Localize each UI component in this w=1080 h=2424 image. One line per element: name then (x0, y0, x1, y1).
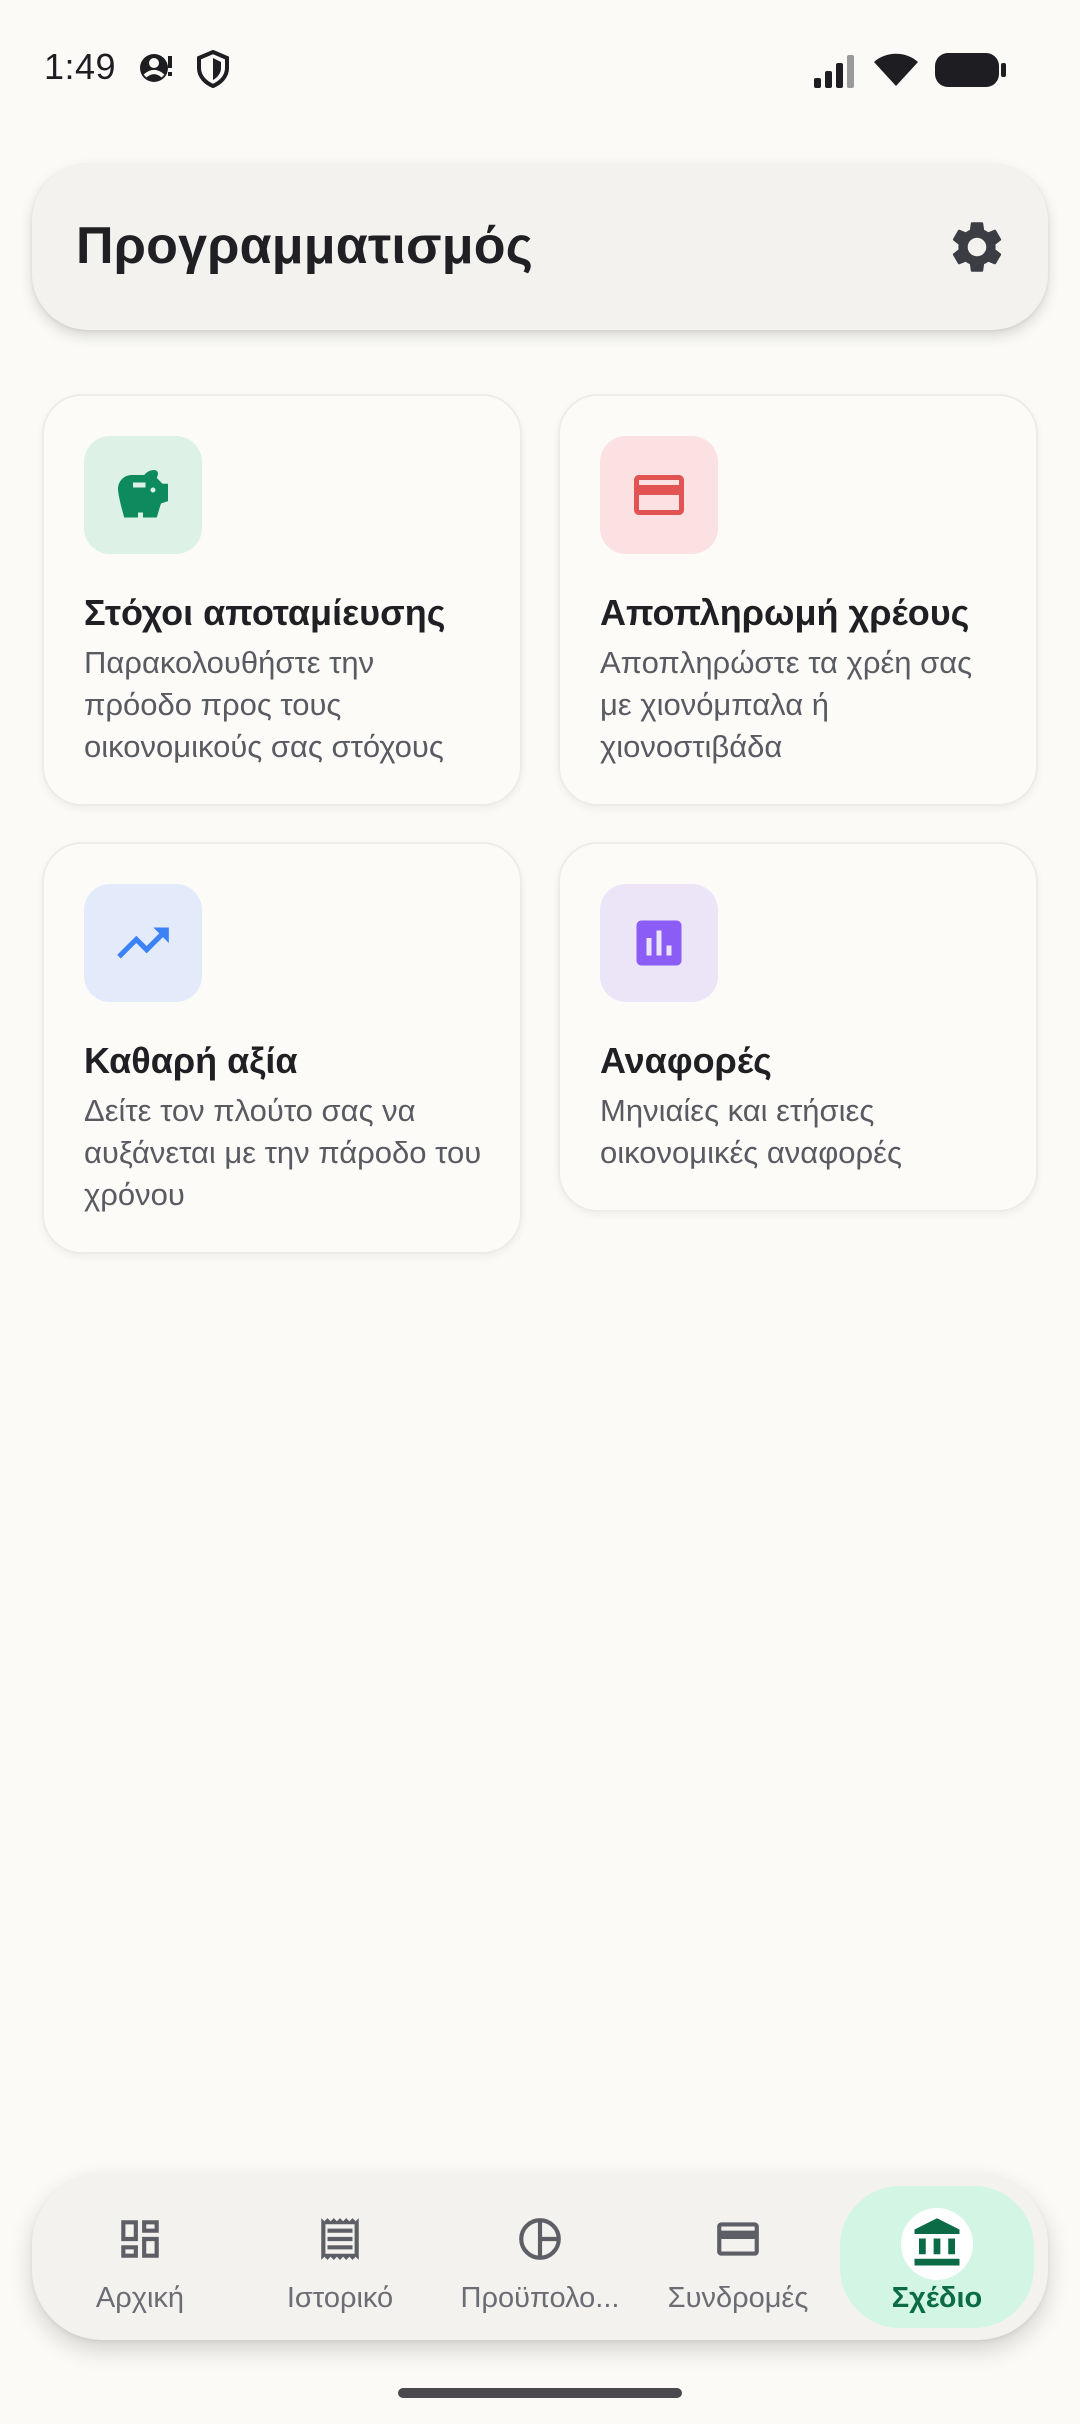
pie-chart-icon (515, 2214, 565, 2269)
signal-icon (812, 54, 860, 93)
card-title: Αναφορές (600, 1040, 772, 1081)
status-bar: 1:49 (0, 0, 1080, 140)
bank-icon (910, 2216, 964, 2275)
card-title: Αποπληρωμή χρέους (600, 592, 970, 633)
card-title: Στόχοι αποταμίευσης (84, 592, 446, 633)
gear-icon (952, 222, 1002, 272)
nav-label: Ιστορικό (286, 2282, 394, 2314)
top-app-bar: Προγραμματισμός (32, 164, 1048, 330)
home-indicator[interactable] (398, 2388, 682, 2398)
card-description: Μηνιαίες και ετήσιες οικονομικές αναφορέ… (600, 1093, 902, 1170)
card-icon-bg (600, 884, 718, 1002)
card-icon-bg (84, 436, 202, 554)
nav-item-history[interactable]: Ιστορικό (242, 2174, 438, 2340)
card-icon-bg (600, 436, 718, 554)
nav-label: Αρχική (95, 2282, 185, 2314)
nav-item-plan[interactable]: Σχέδιο (840, 2186, 1034, 2328)
wifi-icon (872, 52, 920, 93)
trending-up-icon (117, 927, 169, 959)
piggy-bank-icon (118, 470, 168, 518)
card-savings-goals[interactable]: Στόχοι αποταμίευσης Παρακολουθήστε την π… (42, 394, 522, 806)
status-time: 1:49 (44, 46, 117, 87)
card-description: Αποπληρώστε τα χρέη σας με χιονόμπαλα ή … (600, 645, 973, 764)
card-description: Παρακολουθήστε την πρόοδο προς τους οικο… (84, 645, 444, 764)
notification-icon (136, 50, 176, 91)
settings-button[interactable] (946, 216, 1008, 278)
nav-item-home[interactable]: Αρχική (42, 2174, 238, 2340)
battery-icon (934, 52, 1008, 93)
screen: 1:49 Προγραμματισμός Στόχοι αποταμίευσης… (0, 0, 1080, 2424)
nav-item-budget[interactable]: Προϋπολο... (442, 2174, 638, 2340)
nav-label: Σχέδιο (891, 2282, 983, 2314)
credit-card-icon (713, 2214, 763, 2269)
card-net-worth[interactable]: Καθαρή αξία Δείτε τον πλούτο σας να αυξά… (42, 842, 522, 1254)
shield-icon (196, 49, 230, 93)
dashboard-icon (115, 2214, 165, 2269)
card-description: Δείτε τον πλούτο σας να αυξάνεται με την… (84, 1093, 482, 1212)
nav-label: Προϋπολο... (460, 2282, 620, 2314)
nav-item-subscriptions[interactable]: Συνδρομές (640, 2174, 836, 2340)
bottom-navigation: Αρχική Ιστορικό Προϋπολο... Συνδρομές Σχ… (32, 2174, 1048, 2340)
credit-card-icon (634, 475, 684, 515)
nav-label: Συνδρομές (667, 2282, 809, 2314)
page-title: Προγραμματισμός (76, 217, 533, 275)
card-reports[interactable]: Αναφορές Μηνιαίες και ετήσιες οικονομικέ… (558, 842, 1038, 1212)
card-title: Καθαρή αξία (84, 1040, 298, 1081)
receipt-icon (315, 2214, 365, 2269)
bar-chart-icon (636, 920, 682, 966)
card-icon-bg (84, 884, 202, 1002)
card-debt-payoff[interactable]: Αποπληρωμή χρέους Αποπληρώστε τα χρέη σα… (558, 394, 1038, 806)
